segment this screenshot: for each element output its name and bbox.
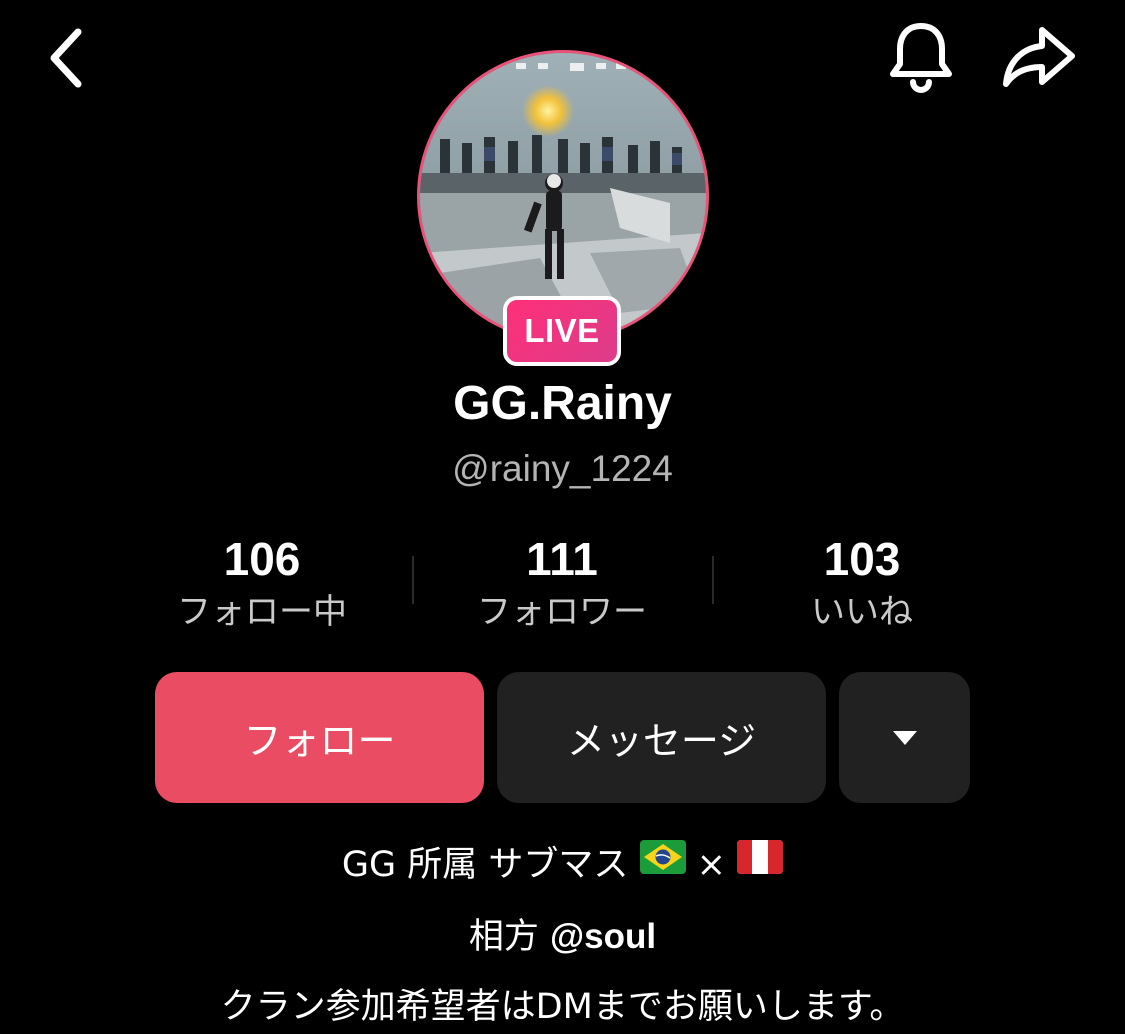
bio-line-2: 相方 @soul <box>0 910 1125 964</box>
chevron-left-icon <box>50 28 82 88</box>
bell-icon <box>890 23 952 93</box>
notification-bell-button[interactable] <box>878 14 964 100</box>
username-handle: @rainy_1224 <box>452 448 673 489</box>
likes-label: いいね <box>811 592 913 632</box>
profile-actions: フォロー メッセージ <box>155 672 970 803</box>
followers-label: フォロワー <box>477 592 647 632</box>
flag-peru-icon <box>737 836 784 890</box>
more-options-button[interactable] <box>839 672 970 803</box>
followers-count: 111 <box>526 533 598 585</box>
caret-down-icon <box>892 730 917 745</box>
stat-likes[interactable]: 103 いいね <box>712 528 1012 638</box>
flag-separator: × <box>696 845 726 885</box>
bio-partner-label: 相方 <box>468 917 539 957</box>
bio-line-3: クラン参加希望者はDMまでお願いします。 <box>220 987 905 1027</box>
display-name: GG.Rainy <box>453 377 672 430</box>
profile-stats: 106 フォロー中 111 フォロワー 103 いいね <box>112 528 1012 638</box>
bio-affiliation-text: GG 所属 サブマス <box>341 845 629 885</box>
stat-followers[interactable]: 111 フォロワー <box>412 528 712 638</box>
share-button[interactable] <box>996 14 1082 100</box>
back-button[interactable] <box>28 18 108 98</box>
message-button[interactable]: メッセージ <box>497 672 826 803</box>
stat-following[interactable]: 106 フォロー中 <box>112 528 412 638</box>
likes-count: 103 <box>823 533 901 585</box>
following-count: 106 <box>223 533 301 585</box>
share-arrow-icon <box>1003 27 1075 87</box>
flag-brazil-icon <box>639 836 686 890</box>
live-badge[interactable]: LIVE <box>503 296 621 366</box>
follow-button[interactable]: フォロー <box>155 672 484 803</box>
bio-line-1: GG 所属 サブマス × <box>0 838 1125 892</box>
following-label: フォロー中 <box>177 592 347 632</box>
partner-mention-link[interactable]: @soul <box>550 917 656 956</box>
